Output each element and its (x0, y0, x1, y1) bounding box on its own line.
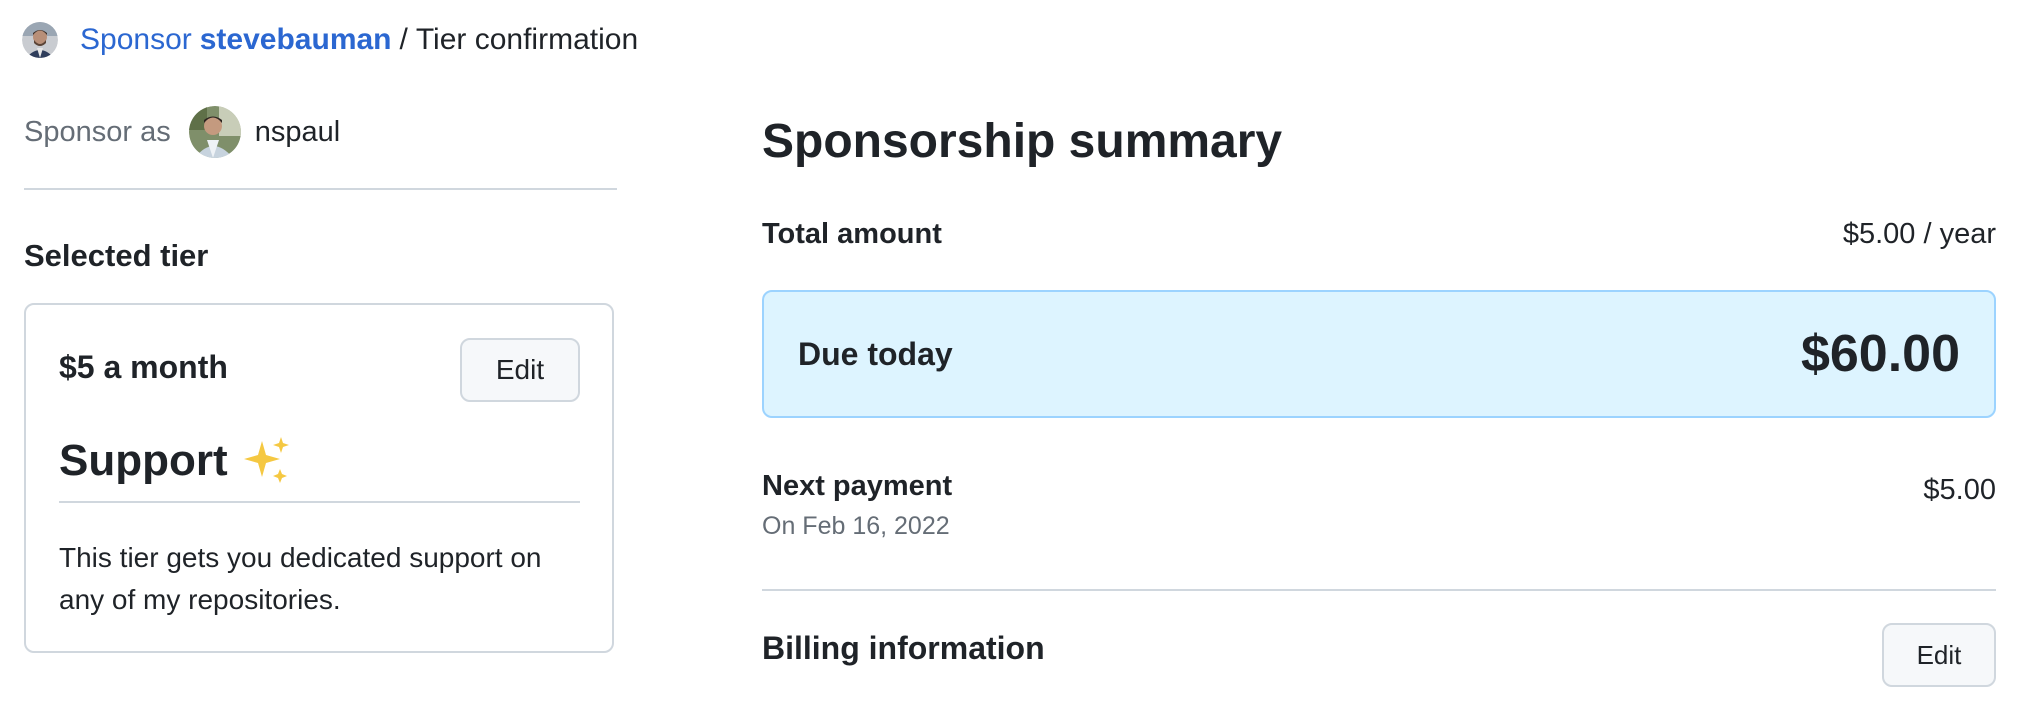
tier-divider (59, 501, 580, 503)
edit-billing-button[interactable]: Edit (1882, 623, 1996, 687)
divider (762, 589, 1996, 591)
sponsor-avatar[interactable] (188, 106, 241, 158)
divider (24, 188, 617, 190)
next-payment-date: On Feb 16, 2022 (762, 512, 950, 540)
due-today-box: Due today $60.00 (762, 290, 1996, 418)
sponsor-link[interactable]: Sponsor (80, 23, 192, 57)
edit-tier-button[interactable]: Edit (460, 338, 580, 402)
breadcrumb: Sponsor stevebauman / Tier confirmation (22, 18, 638, 62)
billing-information-heading: Billing information (762, 630, 1045, 666)
tier-name: Support (59, 433, 294, 489)
sponsor-username: nspaul (254, 115, 341, 148)
due-today-amount: $60.00 (1800, 325, 1960, 383)
sponsor-as-section: Sponsor as nspaul (24, 100, 617, 190)
sponsor-as-row: Sponsor as nspaul (24, 100, 617, 164)
sponsor-as-label: Sponsor as (24, 115, 171, 148)
next-payment-value: $5.00 (1923, 474, 1996, 506)
next-payment-label: Next payment (762, 470, 953, 502)
breadcrumb-current: Tier confirmation (415, 23, 639, 56)
breadcrumb-separator: / (399, 23, 408, 56)
sponsorship-summary-heading: Sponsorship summary (762, 115, 1283, 168)
due-today-label: Due today (798, 336, 953, 372)
maintainer-link[interactable]: stevebauman (200, 23, 392, 57)
tier-name-text: Support (59, 436, 228, 485)
total-amount-value: $5.00 / year (1842, 218, 1996, 250)
tier-description: This tier gets you dedicated support on … (59, 542, 542, 615)
maintainer-avatar[interactable] (22, 22, 58, 58)
total-amount-label: Total amount (762, 218, 942, 250)
selected-tier-heading: Selected tier (24, 238, 209, 273)
tier-price: $5 a month (59, 349, 228, 385)
sparkles-icon (238, 433, 294, 489)
tier-card: $5 a month Edit Support This tier gets y… (24, 303, 614, 653)
